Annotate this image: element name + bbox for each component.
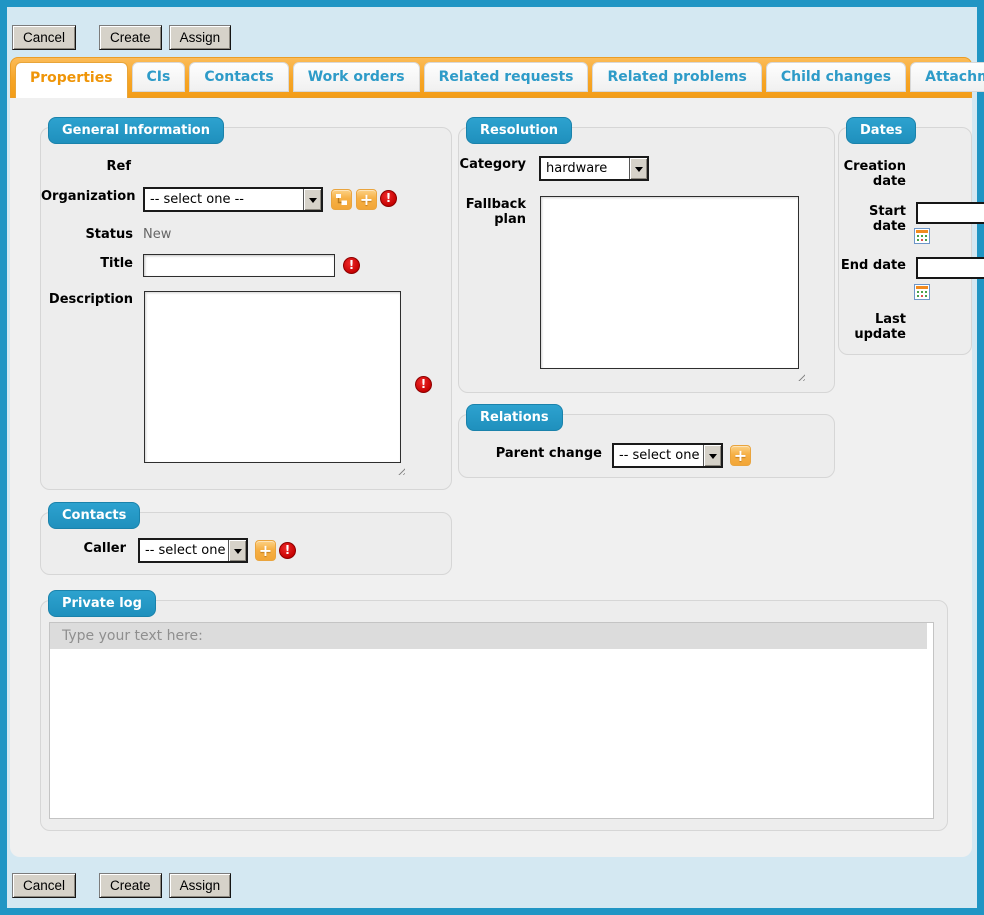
parent-change-label: Parent change — [459, 446, 602, 461]
category-select-value: hardware — [541, 158, 629, 179]
contacts-header: Contacts — [48, 502, 140, 529]
tab-related-requests[interactable]: Related requests — [424, 62, 589, 92]
relations-fieldset: Relations Parent change -- select one --… — [458, 414, 835, 478]
tab-contacts[interactable]: Contacts — [189, 62, 288, 92]
general-information-header: General Information — [48, 117, 224, 144]
change-creation-window: Cancel Create Assign Properties CIs Cont… — [0, 0, 984, 915]
assign-button-bottom[interactable]: Assign — [169, 873, 232, 898]
plus-icon: + — [734, 447, 747, 465]
tab-attachments[interactable]: Attachments — [910, 62, 984, 92]
bottom-toolbar: Cancel Create Assign — [12, 873, 231, 898]
caller-label: Caller — [41, 541, 126, 556]
caller-select[interactable]: -- select one -- — [138, 538, 248, 563]
start-date-label: Start date — [839, 204, 906, 234]
description-textarea[interactable] — [144, 291, 401, 463]
general-information-fieldset: General Information Ref Organization -- … — [40, 127, 452, 490]
private-log-placeholder[interactable]: Type your text here: — [50, 623, 927, 649]
end-date-label: End date — [839, 258, 906, 273]
parent-change-add-button[interactable]: + — [730, 445, 751, 466]
dates-fieldset: Dates Creation date Start date End date … — [838, 127, 972, 355]
exclamation-glyph: ! — [421, 377, 426, 392]
category-select[interactable]: hardware — [539, 156, 649, 181]
title-required-icon: ! — [343, 257, 360, 274]
parent-change-select[interactable]: -- select one -- — [612, 443, 723, 468]
exclamation-glyph: ! — [285, 543, 290, 558]
cancel-button[interactable]: Cancel — [12, 25, 76, 50]
organization-select-value: -- select one -- — [145, 189, 303, 210]
status-value: New — [143, 227, 171, 242]
tab-properties[interactable]: Properties — [15, 62, 128, 98]
end-date-calendar-icon[interactable] — [914, 284, 930, 300]
private-log-editor[interactable]: Type your text here: — [49, 622, 934, 819]
description-resize-handle[interactable] — [396, 466, 405, 475]
cancel-button-bottom[interactable]: Cancel — [12, 873, 76, 898]
tab-child-changes[interactable]: Child changes — [766, 62, 906, 92]
dates-header: Dates — [846, 117, 916, 144]
start-date-calendar-icon[interactable] — [914, 228, 930, 244]
organization-label: Organization — [41, 189, 133, 204]
parent-change-select-arrow-icon[interactable] — [703, 445, 721, 466]
organization-select-arrow-icon[interactable] — [303, 189, 321, 210]
create-button[interactable]: Create — [99, 25, 162, 50]
title-label: Title — [41, 256, 133, 271]
create-button-bottom[interactable]: Create — [99, 873, 162, 898]
contacts-fieldset: Contacts Caller -- select one -- + ! — [40, 512, 452, 575]
organization-select[interactable]: -- select one -- — [143, 187, 323, 212]
plus-icon: + — [360, 191, 373, 209]
fallback-plan-textarea[interactable] — [540, 196, 799, 369]
last-update-label: Last update — [839, 312, 906, 342]
title-input[interactable] — [143, 254, 335, 277]
exclamation-glyph: ! — [349, 258, 354, 273]
resolution-fieldset: Resolution Category hardware Fallback pl… — [458, 127, 835, 393]
category-label: Category — [459, 157, 526, 172]
caller-select-value: -- select one -- — [140, 540, 228, 561]
caller-add-button[interactable]: + — [255, 540, 276, 561]
tab-work-orders[interactable]: Work orders — [293, 62, 420, 92]
end-date-input[interactable] — [916, 257, 984, 279]
creation-date-label: Creation date — [839, 159, 906, 189]
fallback-plan-label: Fallback plan — [459, 197, 526, 227]
organization-required-icon: ! — [380, 190, 397, 207]
resolution-header: Resolution — [466, 117, 572, 144]
start-date-input[interactable] — [916, 202, 984, 224]
exclamation-glyph: ! — [386, 191, 391, 206]
caller-required-icon: ! — [279, 542, 296, 559]
relations-header: Relations — [466, 404, 563, 431]
hierarchy-icon — [335, 193, 348, 206]
status-label: Status — [41, 227, 133, 242]
tab-related-problems[interactable]: Related problems — [592, 62, 761, 92]
assign-button[interactable]: Assign — [169, 25, 232, 50]
fallback-plan-resize-handle[interactable] — [796, 372, 805, 381]
caller-select-arrow-icon[interactable] — [228, 540, 246, 561]
description-required-icon: ! — [415, 376, 432, 393]
ref-label: Ref — [41, 159, 131, 174]
organization-hierarchy-button[interactable] — [331, 189, 352, 210]
parent-change-select-value: -- select one -- — [614, 445, 703, 466]
top-toolbar: Cancel Create Assign — [12, 25, 231, 50]
private-log-fieldset: Private log Type your text here: — [40, 600, 948, 831]
description-label: Description — [41, 292, 133, 307]
category-select-arrow-icon[interactable] — [629, 158, 647, 179]
organization-add-button[interactable]: + — [356, 189, 377, 210]
tab-bar: Properties CIs Contacts Work orders Rela… — [10, 57, 972, 98]
plus-icon: + — [259, 542, 272, 560]
tab-cis[interactable]: CIs — [132, 62, 186, 92]
private-log-header: Private log — [48, 590, 156, 617]
